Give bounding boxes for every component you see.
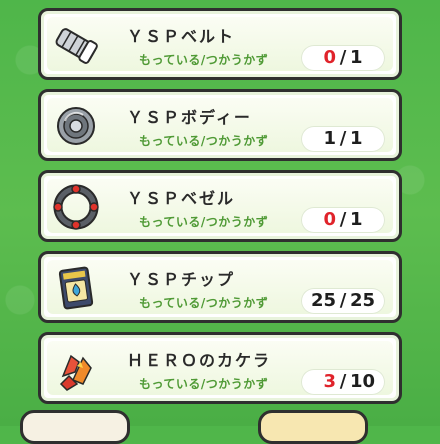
chip-card-icon <box>53 265 99 311</box>
body-disc-icon <box>53 103 99 149</box>
bottom-left-button[interactable] <box>20 410 130 444</box>
owned-count: 0 <box>323 209 336 230</box>
required-count: 1 <box>350 128 363 149</box>
count-separator: / <box>339 128 347 149</box>
owned-used-caption: もっている/つかうかず <box>139 134 269 148</box>
owned-used-caption: もっている/つかうかず <box>139 296 269 310</box>
bezel-ring-icon <box>53 184 99 230</box>
hero-fragment-icon <box>53 346 99 392</box>
count-separator: / <box>339 290 347 311</box>
owned-count: 3 <box>323 371 336 392</box>
owned-used-caption: もっている/つかうかず <box>139 215 269 229</box>
owned-count: 1 <box>323 128 336 149</box>
count-display: 0/1 <box>301 207 385 233</box>
material-row-ysp-belt[interactable]: ＹＳＰベルト もっている/つかうかず 0/1 <box>38 8 402 80</box>
material-row-ysp-chip[interactable]: ＹＳＰチップ もっている/つかうかず 25/25 <box>38 251 402 323</box>
count-separator: / <box>339 209 347 230</box>
required-count: 25 <box>350 290 376 311</box>
owned-count: 25 <box>310 290 336 311</box>
count-display: 0/1 <box>301 45 385 71</box>
required-count: 1 <box>350 209 363 230</box>
material-row-hero-fragment[interactable]: ＨＥＲＯのカケラ もっている/つかうかず 3/10 <box>38 332 402 404</box>
material-name: ＹＳＰチップ <box>127 270 236 289</box>
owned-used-caption: もっている/つかうかず <box>139 377 269 391</box>
owned-count: 0 <box>323 47 336 68</box>
count-separator: / <box>339 371 347 392</box>
material-name: ＹＳＰボディー <box>127 108 252 127</box>
count-display: 25/25 <box>301 288 385 314</box>
material-name: ＨＥＲＯのカケラ <box>127 351 272 370</box>
required-count: 10 <box>350 371 376 392</box>
material-row-ysp-body[interactable]: ＹＳＰボディー もっている/つかうかず 1/1 <box>38 89 402 161</box>
count-separator: / <box>339 47 347 68</box>
count-display: 1/1 <box>301 126 385 152</box>
material-name: ＹＳＰベゼル <box>127 189 236 208</box>
required-count: 1 <box>350 47 363 68</box>
count-display: 3/10 <box>301 369 385 395</box>
bottom-right-button[interactable] <box>258 410 368 444</box>
material-row-ysp-bezel[interactable]: ＹＳＰベゼル もっている/つかうかず 0/1 <box>38 170 402 242</box>
material-name: ＹＳＰベルト <box>127 27 236 46</box>
belt-icon <box>53 22 99 68</box>
owned-used-caption: もっている/つかうかず <box>139 53 269 67</box>
